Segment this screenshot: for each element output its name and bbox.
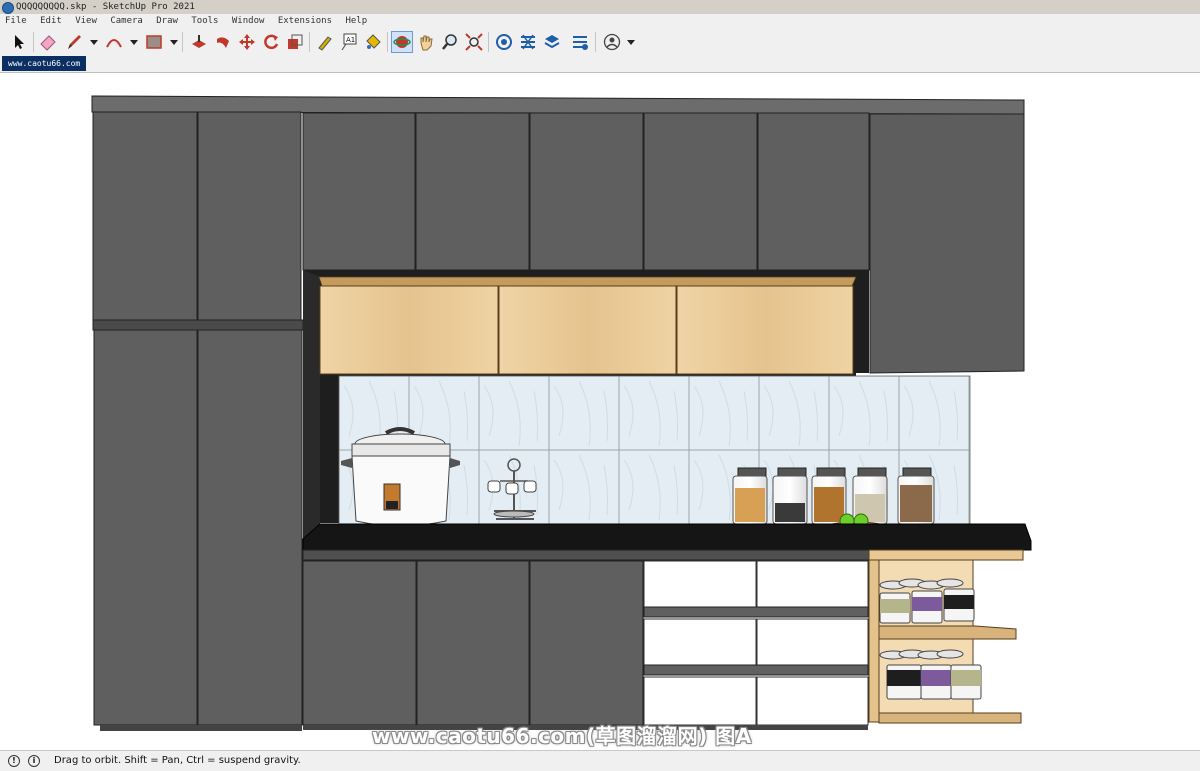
wood-wall-cabinets	[318, 276, 857, 375]
countertop	[302, 523, 1032, 561]
orbit-tool-button[interactable]	[391, 31, 413, 53]
kitchen-cabinet-model	[91, 95, 1032, 731]
menu-draw[interactable]: Draw	[153, 14, 181, 28]
storage-jars	[732, 467, 935, 525]
zoom-extents-icon	[465, 33, 483, 51]
tape-measure-tool-button[interactable]	[314, 31, 336, 53]
tape-measure-icon	[318, 36, 332, 51]
tall-cabinet-left	[92, 111, 304, 731]
push-pull-tool-button[interactable]	[188, 31, 210, 53]
follow-me-icon	[217, 37, 229, 48]
hand-icon	[420, 35, 433, 51]
follow-me-tool-button[interactable]	[212, 31, 234, 53]
model-viewport[interactable]: www.caotu66.com(草图溜溜网) 图A	[0, 73, 1200, 750]
extension-warehouse-icon	[521, 34, 535, 50]
scene-tab[interactable]: www.caotu66.com	[2, 56, 87, 71]
status-bar: ! i Drag to orbit. Shift = Pan, Ctrl = s…	[0, 750, 1200, 771]
watermark-text: www.caotu66.com(草图溜溜网) 图A	[372, 724, 752, 748]
toolbar: A1	[0, 28, 1200, 57]
menu-help[interactable]: Help	[342, 14, 370, 28]
rectangle-icon	[146, 35, 162, 49]
extension-manager-icon	[573, 36, 588, 50]
rice-cooker	[341, 427, 460, 527]
scale-tool-button[interactable]	[284, 31, 306, 53]
scene-tabs: www.caotu66.com	[0, 56, 1200, 73]
warehouse-tool-button[interactable]	[493, 31, 515, 53]
orbit-icon	[393, 36, 411, 48]
warehouse-icon	[496, 34, 512, 50]
shapes-tool-button[interactable]	[143, 31, 165, 53]
magnifier-icon	[442, 34, 457, 50]
menu-view[interactable]: View	[72, 14, 100, 28]
base-cabinets	[302, 560, 869, 730]
menu-camera[interactable]: Camera	[107, 14, 146, 28]
arc-icon	[106, 39, 122, 48]
info-icon[interactable]: i	[28, 755, 40, 767]
move-tool-button[interactable]	[236, 31, 258, 53]
push-pull-icon	[192, 35, 206, 48]
pan-tool-button[interactable]	[415, 31, 437, 53]
select-tool-button[interactable]	[8, 31, 30, 53]
menu-edit[interactable]: Edit	[37, 14, 65, 28]
extension-manager-tool-button[interactable]	[569, 31, 591, 53]
rotate-tool-button[interactable]	[260, 31, 282, 53]
menu-window[interactable]: Window	[229, 14, 268, 28]
text-icon: A1	[341, 33, 357, 51]
svg-text:A1: A1	[346, 36, 355, 44]
arrow-cursor-icon	[15, 35, 24, 49]
eraser-icon	[40, 35, 56, 51]
menu-extensions[interactable]: Extensions	[275, 14, 335, 28]
scale-icon	[288, 34, 303, 49]
window-title: QQQQQQQQQ.skp - SketchUp Pro 2021	[16, 2, 195, 12]
menu-tools[interactable]: Tools	[188, 14, 221, 28]
sketchup-logo-icon	[2, 2, 14, 14]
extension-warehouse-tool-button[interactable]	[517, 31, 539, 53]
text-tool-button[interactable]: A1	[338, 31, 360, 53]
geolocation-icon[interactable]: !	[8, 755, 20, 767]
trimble-connect-tool-button[interactable]	[541, 31, 563, 53]
eraser-tool-button[interactable]	[37, 31, 59, 53]
user-icon	[603, 33, 621, 51]
cabinet-crown	[91, 95, 1025, 115]
pencil-icon	[68, 35, 81, 49]
zoom-tool-button[interactable]	[439, 31, 461, 53]
paint-bucket-tool-button[interactable]	[362, 31, 384, 53]
rotate-icon	[264, 34, 279, 50]
arc-tool-button[interactable]	[103, 31, 125, 53]
title-bar: QQQQQQQQQ.skp - SketchUp Pro 2021	[0, 0, 1200, 15]
status-text: Drag to orbit. Shift = Pan, Ctrl = suspe…	[54, 755, 301, 766]
paint-bucket-icon	[366, 34, 381, 49]
zoom-extents-tool-button[interactable]	[463, 31, 485, 53]
line-tool-button[interactable]	[63, 31, 85, 53]
move-icon	[239, 34, 255, 50]
account-button[interactable]	[601, 31, 623, 53]
menu-file[interactable]: File	[2, 14, 30, 28]
menu-bar: File Edit View Camera Draw Tools Window …	[0, 14, 1200, 28]
layers-icon	[544, 35, 560, 49]
